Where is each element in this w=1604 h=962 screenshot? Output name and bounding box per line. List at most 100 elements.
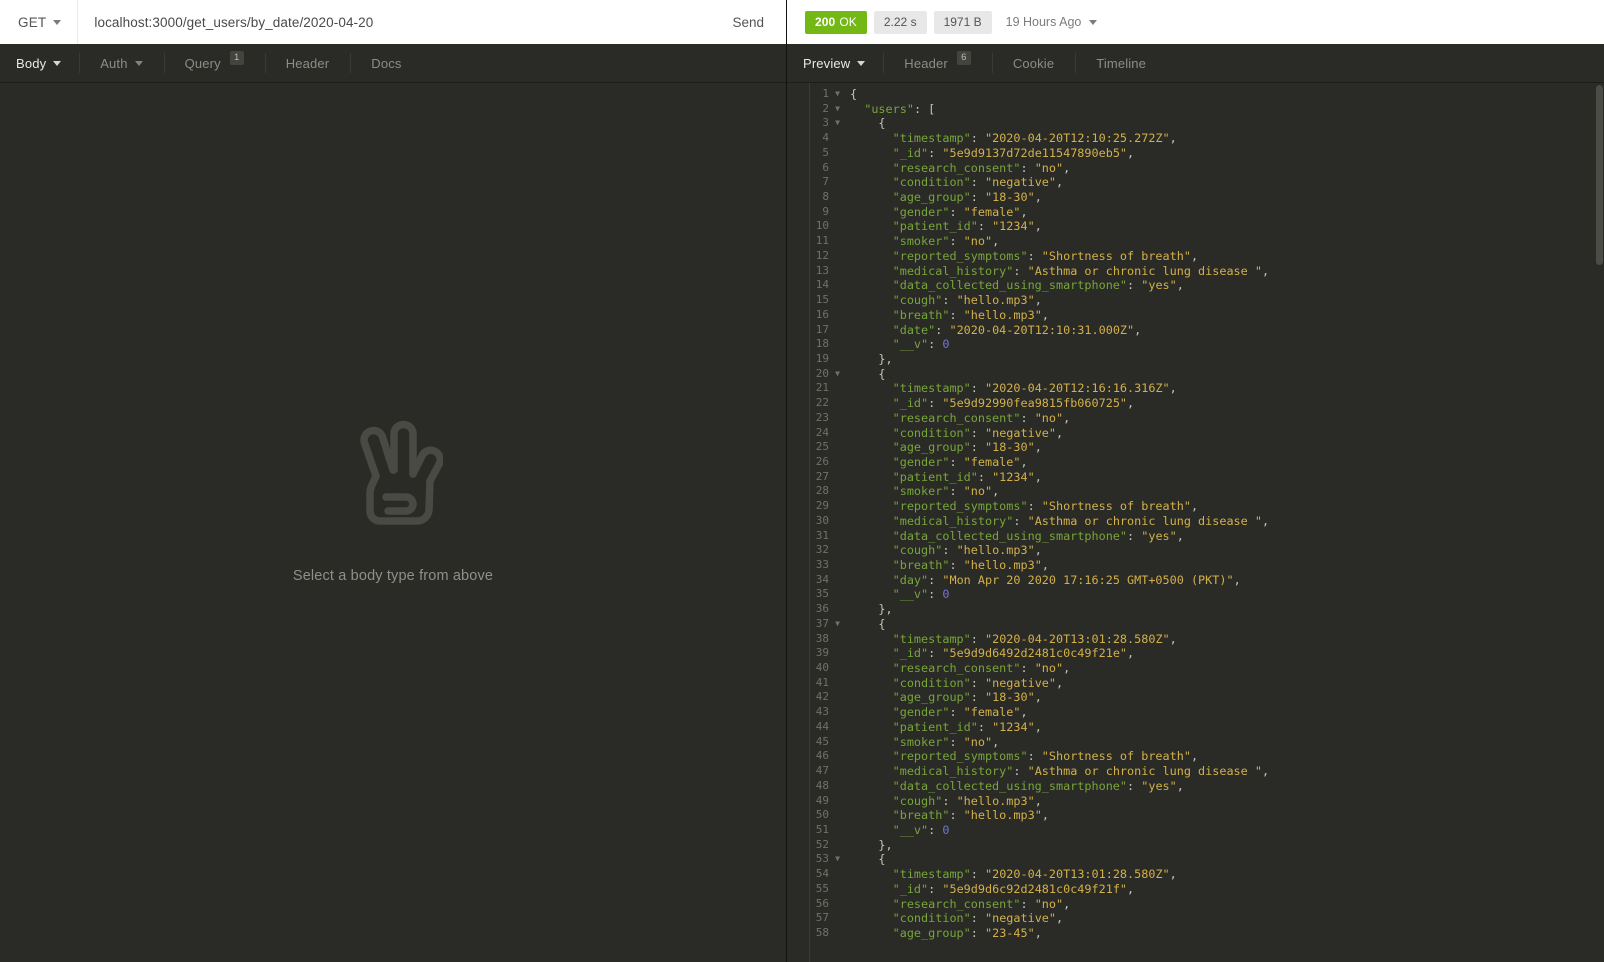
token-pun: , bbox=[1190, 749, 1199, 764]
token-pun: , bbox=[1020, 705, 1028, 720]
request-body-empty-state: Select a body type from above bbox=[0, 83, 786, 962]
code-line: 8 "age_group": "18-30", bbox=[787, 190, 1604, 205]
code-line-content: }, bbox=[844, 602, 1604, 617]
tab-request-header[interactable]: Header bbox=[264, 44, 351, 82]
response-size-badge[interactable]: 1971 B bbox=[933, 10, 992, 34]
token-key: "reported_symptoms" bbox=[892, 248, 1028, 263]
token-str: "Shortness of breath" bbox=[1041, 499, 1191, 514]
token-pun: , bbox=[1034, 440, 1042, 455]
tab-response-timeline[interactable]: Timeline bbox=[1075, 44, 1167, 82]
tab-label: Header bbox=[904, 55, 948, 71]
tab-label: Timeline bbox=[1096, 55, 1147, 71]
code-line-content: "reported_symptoms": "Shortness of breat… bbox=[844, 499, 1604, 514]
token-num: 0 bbox=[942, 587, 950, 602]
token-pun: : bbox=[977, 469, 993, 484]
fold-toggle-icon[interactable]: ▼ bbox=[831, 617, 844, 632]
token-str: "18-30" bbox=[984, 690, 1035, 705]
token-key: "age_group" bbox=[892, 690, 971, 705]
token-pun: : bbox=[949, 234, 964, 249]
request-url-input[interactable] bbox=[78, 0, 711, 44]
token-str: "1234" bbox=[992, 219, 1035, 234]
token-key: "gender" bbox=[892, 454, 950, 469]
tab-response-cookie[interactable]: Cookie bbox=[991, 44, 1075, 82]
code-line-content: "reported_symptoms": "Shortness of breat… bbox=[844, 249, 1604, 264]
tab-label: Docs bbox=[371, 55, 402, 71]
token-key: "_id" bbox=[892, 881, 929, 896]
token-pun: : bbox=[970, 675, 985, 690]
token-str: "negative" bbox=[984, 675, 1057, 690]
token-pun: , bbox=[1034, 219, 1042, 234]
code-line-content: "data_collected_using_smartphone": "yes"… bbox=[844, 779, 1604, 794]
code-line-content: "cough": "hello.mp3", bbox=[844, 293, 1604, 308]
code-line: 39 "_id": "5e9d9d6492d2481c0c49f21e", bbox=[787, 646, 1604, 661]
token-str: "negative" bbox=[984, 425, 1057, 440]
code-line: 22 "_id": "5e9d92990fea9815fb060725", bbox=[787, 396, 1604, 411]
code-line: 43 "gender": "female", bbox=[787, 705, 1604, 720]
code-line-content: "research_consent": "no", bbox=[844, 897, 1604, 912]
token-pun: , bbox=[1176, 278, 1184, 293]
token-pun: : bbox=[928, 145, 943, 160]
token-key: "age_group" bbox=[892, 440, 971, 455]
tab-response-preview[interactable]: Preview bbox=[787, 44, 883, 82]
token-pun: : bbox=[1013, 513, 1028, 528]
send-button[interactable]: Send bbox=[710, 0, 786, 44]
token-key: "smoker" bbox=[892, 234, 950, 249]
response-time-badge[interactable]: 2.22 s bbox=[873, 10, 927, 34]
code-line-content: { bbox=[844, 617, 1604, 632]
code-line: 7 "condition": "negative", bbox=[787, 175, 1604, 190]
token-str: "5e9d9137d72de11547890eb5" bbox=[942, 145, 1128, 160]
token-key: "__v" bbox=[892, 587, 929, 602]
token-key: "breath" bbox=[892, 808, 950, 823]
chevron-down-icon bbox=[53, 60, 62, 66]
response-scrollbar-thumb[interactable] bbox=[1596, 85, 1603, 265]
code-line-content: "_id": "5e9d9137d72de11547890eb5", bbox=[844, 146, 1604, 161]
token-key: "research_consent" bbox=[892, 410, 1021, 425]
code-line-content: "smoker": "no", bbox=[844, 735, 1604, 750]
code-line: 35 "__v": 0 bbox=[787, 587, 1604, 602]
response-history-dropdown[interactable]: 19 Hours Ago bbox=[1006, 15, 1116, 29]
token-str: "no" bbox=[1034, 160, 1064, 175]
code-line: 12 "reported_symptoms": "Shortness of br… bbox=[787, 249, 1604, 264]
code-line: 44 "patient_id": "1234", bbox=[787, 720, 1604, 735]
json-code-block[interactable]: 1 ▼{2 ▼ "users": [3 ▼ {4 "timestamp": "2020… bbox=[787, 83, 1604, 962]
token-pun: : [ bbox=[913, 101, 936, 116]
tab-request-docs[interactable]: Docs bbox=[350, 44, 422, 82]
tab-request-auth[interactable]: Auth bbox=[79, 44, 163, 82]
empty-state-text: Select a body type from above bbox=[292, 567, 494, 584]
token-pun: , bbox=[1034, 469, 1042, 484]
token-str: "hello.mp3" bbox=[956, 543, 1035, 558]
code-line-content: "gender": "female", bbox=[844, 455, 1604, 470]
token-key: "cough" bbox=[892, 293, 943, 308]
token-pun: , bbox=[1261, 513, 1270, 528]
token-key: "condition" bbox=[892, 675, 971, 690]
code-line: 46 "reported_symptoms": "Shortness of br… bbox=[787, 749, 1604, 764]
code-line: 6 "research_consent": "no", bbox=[787, 161, 1604, 176]
token-key: "__v" bbox=[892, 337, 929, 352]
tab-request-query[interactable]: Query 1 bbox=[163, 44, 265, 82]
code-line: 11 "smoker": "no", bbox=[787, 234, 1604, 249]
code-line: 32 "cough": "hello.mp3", bbox=[787, 543, 1604, 558]
token-str: "5e9d9d6c92d2481c0c49f21f" bbox=[942, 881, 1128, 896]
token-pun: { bbox=[878, 116, 886, 131]
tab-request-body[interactable]: Body bbox=[0, 44, 79, 82]
token-key: "gender" bbox=[892, 204, 950, 219]
fold-toggle-icon[interactable]: ▼ bbox=[831, 116, 844, 131]
token-key: "reported_symptoms" bbox=[892, 749, 1028, 764]
status-badge[interactable]: 200 OK bbox=[805, 10, 867, 34]
token-pun: : bbox=[1020, 661, 1035, 676]
fold-toggle-icon[interactable]: ▼ bbox=[831, 102, 844, 117]
tab-response-header[interactable]: Header 6 bbox=[883, 44, 992, 82]
token-pun: : bbox=[949, 484, 964, 499]
http-method-dropdown[interactable]: GET bbox=[0, 0, 77, 44]
token-key: "date" bbox=[892, 322, 936, 337]
token-str: "negative" bbox=[984, 175, 1057, 190]
code-line-content: "smoker": "no", bbox=[844, 234, 1604, 249]
fold-toggle-icon[interactable]: ▼ bbox=[831, 87, 844, 102]
fold-toggle-icon[interactable]: ▼ bbox=[831, 367, 844, 382]
tab-label: Body bbox=[16, 55, 47, 71]
token-pun: , bbox=[992, 484, 1000, 499]
fold-toggle-icon[interactable]: ▼ bbox=[831, 852, 844, 867]
response-scrollbar[interactable] bbox=[1595, 83, 1604, 962]
code-line-content: "timestamp": "2020-04-20T13:01:28.580Z", bbox=[844, 632, 1604, 647]
code-line: 55 "_id": "5e9d9d6c92d2481c0c49f21f", bbox=[787, 882, 1604, 897]
